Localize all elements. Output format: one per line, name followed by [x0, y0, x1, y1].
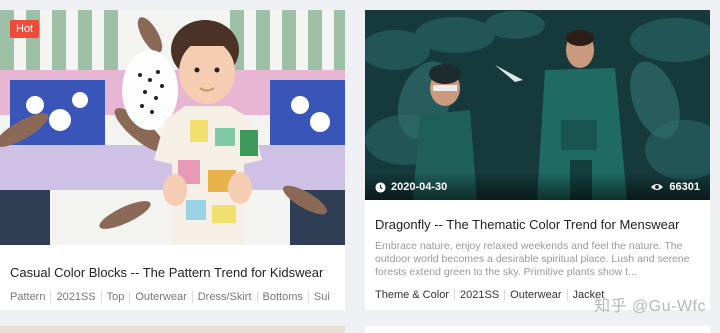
tag-dress-skirt[interactable]: Dress/Skirt — [191, 291, 257, 303]
kidswear-image — [0, 10, 345, 245]
tag-outerwear[interactable]: Outerwear — [504, 289, 566, 301]
tag-outerwear[interactable]: Outerwear — [129, 291, 191, 303]
kidswear-tags: Pattern 2021SS Top Outerwear Dress/Skirt… — [0, 291, 345, 303]
kidswear-title[interactable]: Casual Color Blocks -- The Pattern Trend… — [0, 265, 345, 280]
clock-icon — [375, 181, 386, 193]
menswear-title[interactable]: Dragonfly -- The Thematic Color Trend fo… — [365, 217, 710, 232]
views-text: 66301 — [669, 181, 700, 193]
tag-2021ss[interactable]: 2021SS — [50, 291, 100, 303]
watermark: 知乎 @Gu-Wfc — [594, 298, 706, 315]
tag-top[interactable]: Top — [100, 291, 130, 303]
tag-theme-color[interactable]: Theme & Color — [375, 289, 454, 301]
date-text: 2020-04-30 — [391, 181, 448, 193]
tag-suit[interactable]: Sui — [307, 291, 335, 303]
page: Hot Casual Color Blocks -- The Pattern T… — [0, 0, 720, 333]
tag-pattern[interactable]: Pattern — [10, 291, 50, 303]
article-card-menswear[interactable]: 2020-04-30 66301 Dragonfly -- The Themat… — [365, 10, 710, 310]
menswear-thumbnail[interactable]: 2020-04-30 66301 — [365, 10, 710, 200]
menswear-description: Embrace nature, enjoy relaxed weekends a… — [375, 240, 690, 278]
hot-badge: Hot — [10, 20, 40, 38]
view-count: 66301 — [650, 181, 700, 193]
kidswear-thumbnail[interactable]: Hot — [0, 10, 345, 245]
article-card-kidswear[interactable]: Hot Casual Color Blocks -- The Pattern T… — [0, 10, 345, 310]
tag-2021ss[interactable]: 2021SS — [453, 289, 504, 301]
publish-date: 2020-04-30 — [375, 181, 447, 193]
next-card-left-stub — [0, 326, 345, 333]
next-card-right-stub — [365, 326, 710, 333]
tag-bottoms[interactable]: Bottoms — [256, 291, 308, 303]
eye-icon — [651, 184, 664, 190]
